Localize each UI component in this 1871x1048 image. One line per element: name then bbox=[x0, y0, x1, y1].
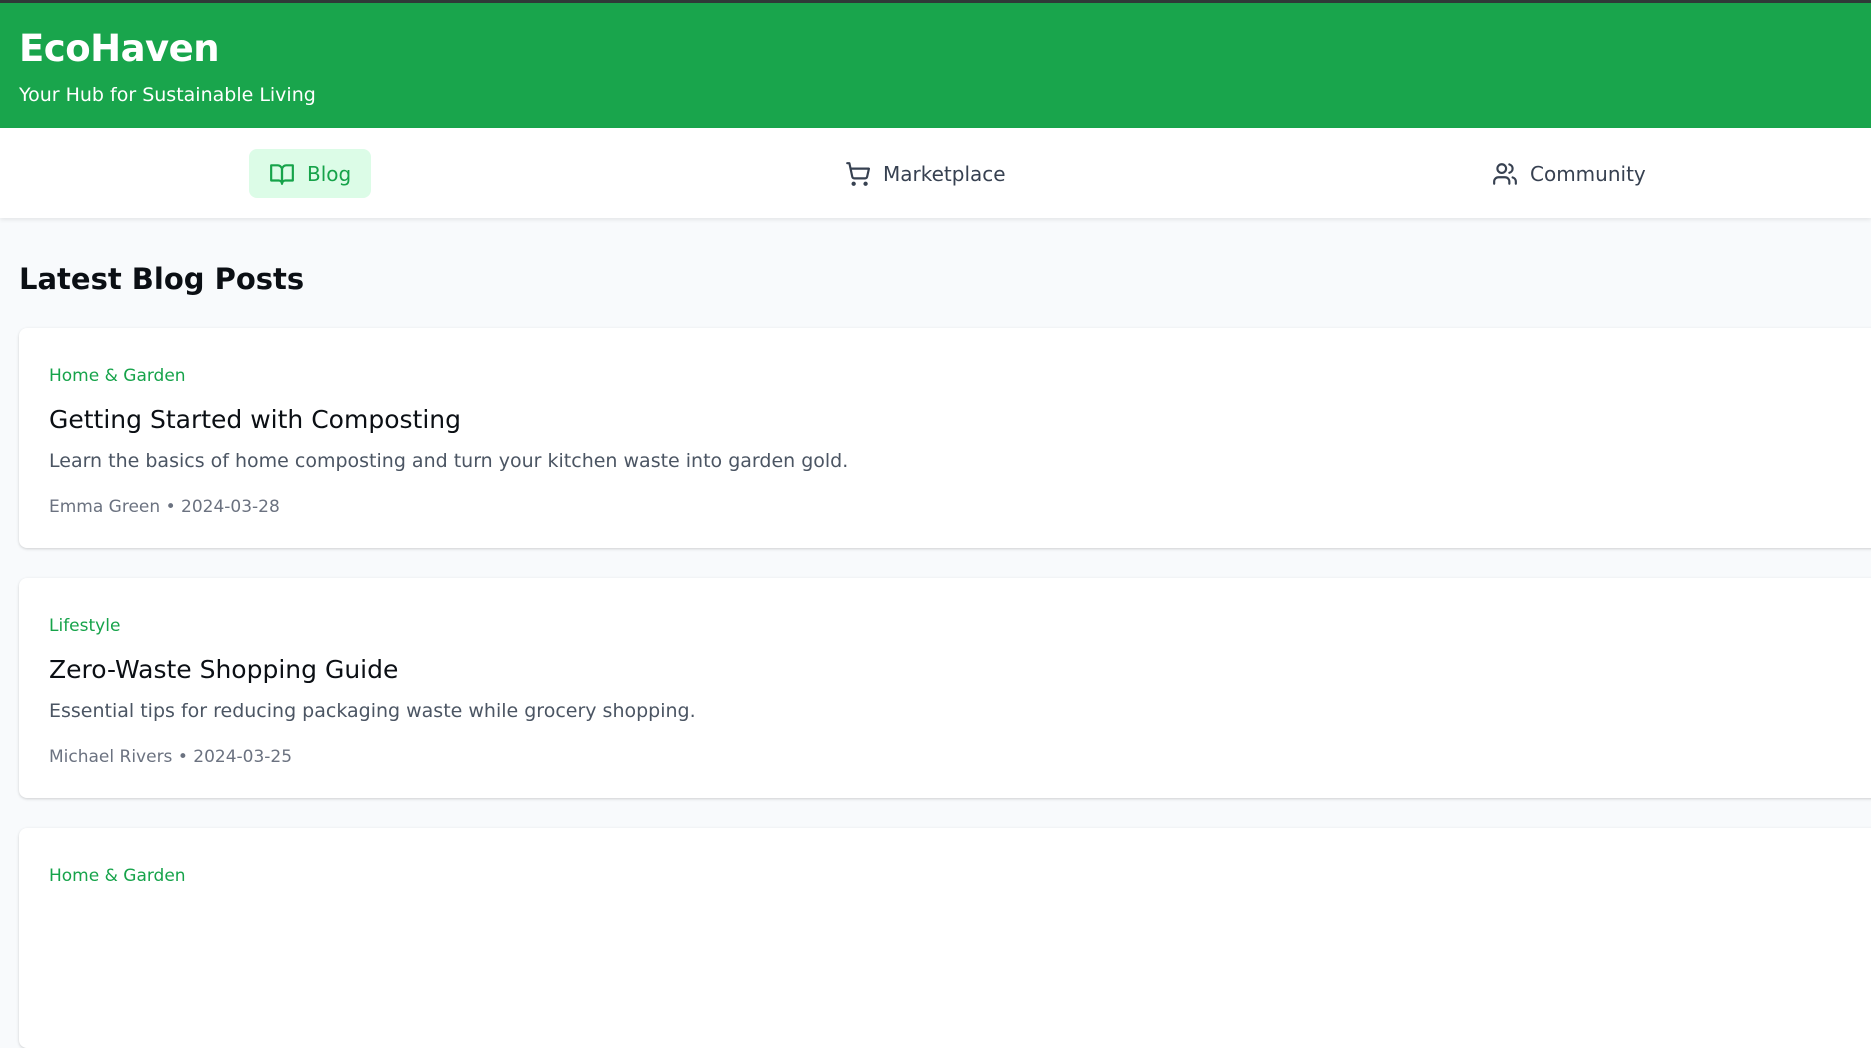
blog-post-card[interactable]: Home & Garden Getting Started with Compo… bbox=[19, 328, 1871, 548]
nav-tab-marketplace[interactable]: Marketplace bbox=[825, 149, 1026, 198]
post-excerpt: Essential tips for reducing packaging wa… bbox=[49, 700, 696, 722]
site-header: EcoHaven Your Hub for Sustainable Living bbox=[0, 3, 1871, 128]
post-title[interactable]: Zero-Waste Shopping Guide bbox=[49, 654, 398, 686]
post-category[interactable]: Home & Garden bbox=[49, 864, 186, 888]
post-meta: Michael Rivers • 2024-03-25 bbox=[49, 747, 293, 767]
site-tagline: Your Hub for Sustainable Living bbox=[19, 84, 316, 106]
nav-tab-blog-label: Blog bbox=[307, 161, 352, 186]
nav-tab-community-label: Community bbox=[1530, 161, 1646, 186]
main-nav: Blog Marketplace Community bbox=[0, 128, 1871, 218]
shopping-cart-icon bbox=[845, 161, 871, 187]
post-meta: Emma Green • 2024-03-28 bbox=[49, 497, 280, 517]
blog-post-card[interactable]: Home & Garden bbox=[19, 828, 1871, 1048]
users-icon bbox=[1492, 161, 1518, 187]
post-category[interactable]: Lifestyle bbox=[49, 614, 120, 638]
nav-tab-blog[interactable]: Blog bbox=[249, 149, 372, 198]
nav-tab-community[interactable]: Community bbox=[1472, 149, 1666, 198]
blog-post-card[interactable]: Lifestyle Zero-Waste Shopping Guide Esse… bbox=[19, 578, 1871, 798]
book-open-icon bbox=[269, 161, 295, 187]
post-title[interactable]: Getting Started with Composting bbox=[49, 404, 461, 436]
nav-tab-marketplace-label: Marketplace bbox=[883, 161, 1006, 186]
post-category[interactable]: Home & Garden bbox=[49, 364, 186, 388]
brand-logo-text[interactable]: EcoHaven bbox=[19, 27, 220, 71]
post-excerpt: Learn the basics of home composting and … bbox=[49, 450, 849, 472]
section-title: Latest Blog Posts bbox=[19, 262, 305, 296]
